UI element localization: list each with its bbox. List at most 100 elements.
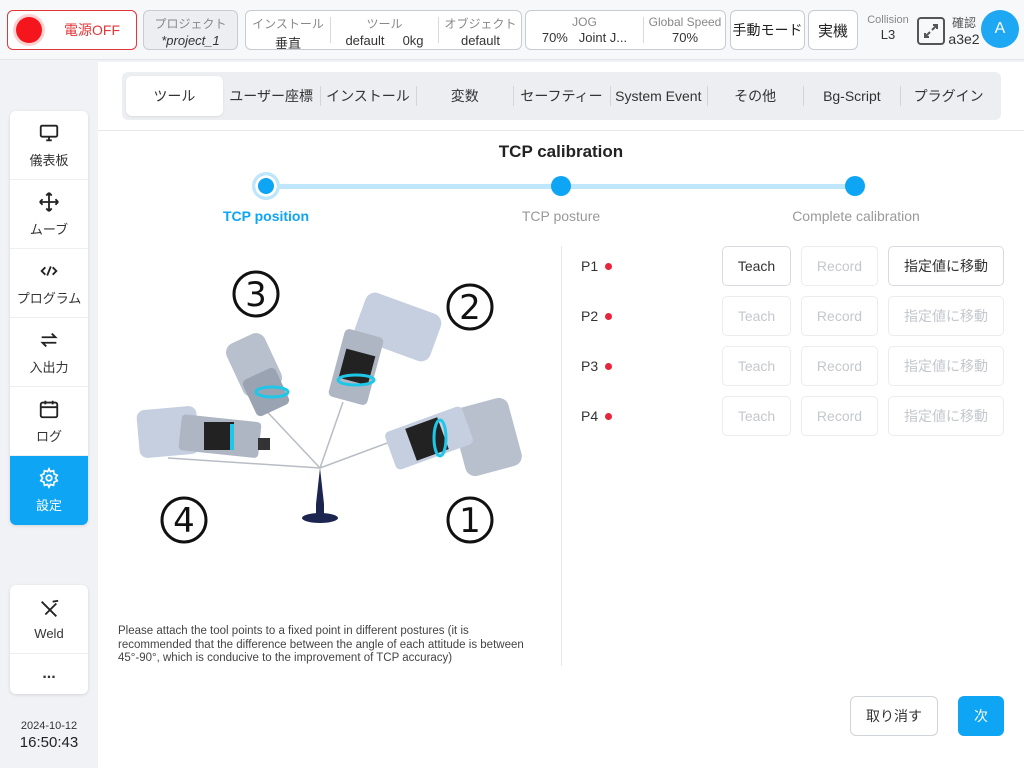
tab-bg-script[interactable]: Bg-Script <box>803 76 900 116</box>
avatar[interactable]: A <box>981 10 1019 48</box>
point-row-p4: P4 Teach Record 指定値に移動 <box>581 396 1006 436</box>
fixed-point-pin <box>302 468 338 523</box>
cancel-button[interactable]: 取り消す <box>850 696 938 736</box>
confirm-status[interactable]: 確認 a3e2 <box>946 14 982 47</box>
sidebar-item-weld[interactable]: Weld <box>10 585 88 654</box>
project-value: *project_1 <box>161 33 220 48</box>
manual-mode-button[interactable]: 手動モード <box>730 10 805 50</box>
confirm-value: a3e2 <box>948 31 980 47</box>
jog-label: JOG <box>572 15 597 29</box>
tcp-calibration-illustration: 3 2 4 1 <box>136 270 522 544</box>
robot-pose-3 <box>226 333 290 417</box>
point-status-icon <box>605 263 612 270</box>
collision-level[interactable]: Collision L3 <box>862 14 914 42</box>
install-cell[interactable]: インストール 垂直 <box>246 11 330 51</box>
point-status-icon <box>605 313 612 320</box>
tab-variables[interactable]: 変数 <box>416 76 513 116</box>
global-speed-cell[interactable]: Global Speed 70% <box>644 11 726 49</box>
sidebar-item-log[interactable]: ログ <box>10 387 88 456</box>
step-label-3: Complete calibration <box>792 208 920 224</box>
project-selector[interactable]: プロジェクト *project_1 <box>143 10 238 50</box>
teach-button-p3[interactable]: Teach <box>722 346 791 386</box>
object-value: default <box>460 33 501 48</box>
gear-icon <box>39 467 59 489</box>
record-button-p1[interactable]: Record <box>801 246 878 286</box>
confirm-label: 確認 <box>951 16 976 30</box>
pose-label-1: 1 <box>459 501 481 541</box>
sidebar-item-label: プログラム <box>16 290 82 306</box>
collision-label: Collision <box>867 14 909 26</box>
page-title: TCP calibration <box>498 142 624 161</box>
jog-speed-panel[interactable]: JOG 70% Joint J... Global Speed 70% <box>525 10 726 50</box>
step-dot-3 <box>845 176 865 196</box>
record-button-p3[interactable]: Record <box>801 346 878 386</box>
datetime: 2024-10-12 16:50:43 <box>10 720 88 751</box>
real-robot-button[interactable]: 実機 <box>808 10 858 50</box>
calendar-icon <box>39 400 59 418</box>
power-status-icon <box>16 17 42 43</box>
power-button[interactable]: 電源OFF <box>7 10 137 50</box>
next-button[interactable]: 次 <box>958 696 1004 736</box>
tab-tool[interactable]: ツール <box>126 76 223 116</box>
power-label: 電源OFF <box>64 22 120 38</box>
top-bar: 電源OFF プロジェクト *project_1 インストール 垂直 ツール de… <box>0 0 1024 60</box>
code-icon <box>40 265 58 276</box>
tool-weight: 0kg <box>402 33 424 48</box>
date-label: 2024-10-12 <box>20 720 78 732</box>
tab-user-coordinate[interactable]: ユーザー座標 <box>223 76 320 116</box>
tab-plugin[interactable]: プラグイン <box>900 76 997 116</box>
global-speed-value: 70% <box>671 30 699 45</box>
jog-value: 70% Joint J... <box>526 30 643 45</box>
tool-label: ツール <box>366 17 403 31</box>
install-label: インストール <box>252 17 324 31</box>
record-button-p2[interactable]: Record <box>801 296 878 336</box>
install-tool-object-panel[interactable]: インストール 垂直 ツール default 0kg オブジェクト default <box>245 10 522 51</box>
point-row-p1: P1 Teach Record 指定値に移動 <box>581 246 1006 286</box>
move-to-button-p3[interactable]: 指定値に移動 <box>888 346 1004 386</box>
sidebar-item-dashboard[interactable]: 儀表板 <box>10 111 88 180</box>
sidebar-item-settings[interactable]: 設定 <box>10 456 88 525</box>
sidebar-item-label: 入出力 <box>29 359 69 375</box>
calibration-hint: Please attach the tool points to a fixed… <box>118 625 524 664</box>
point-label: P1 <box>581 258 599 274</box>
record-button-p4[interactable]: Record <box>801 396 878 436</box>
sidebar-item-label: ムーブ <box>29 221 69 237</box>
teach-button-p2[interactable]: Teach <box>722 296 791 336</box>
move-to-button-p4[interactable]: 指定値に移動 <box>888 396 1004 436</box>
jog-cell[interactable]: JOG 70% Joint J... <box>526 11 643 49</box>
expand-icon[interactable] <box>916 16 946 46</box>
pose-label-4: 4 <box>173 501 195 541</box>
point-label: P4 <box>581 408 599 424</box>
project-label: プロジェクト <box>154 17 227 31</box>
move-to-button-p2[interactable]: 指定値に移動 <box>888 296 1004 336</box>
tab-safety[interactable]: セーフティー <box>513 76 610 116</box>
sidebar-item-io[interactable]: 入出力 <box>10 318 88 387</box>
tab-install[interactable]: インストール <box>319 76 417 116</box>
teach-button-p4[interactable]: Teach <box>722 396 791 436</box>
point-status-icon <box>605 413 612 420</box>
point-row-p3: P3 Teach Record 指定値に移動 <box>581 346 1006 386</box>
weld-icon <box>41 599 59 617</box>
sidebar-item-more[interactable]: ... <box>10 654 88 694</box>
object-cell[interactable]: オブジェクト default <box>439 11 522 49</box>
robot-pose-4 <box>136 406 270 458</box>
tool-cell[interactable]: ツール default 0kg <box>331 11 438 49</box>
sidebar-extra: Weld ... <box>10 585 88 694</box>
tab-other[interactable]: その他 <box>706 76 804 116</box>
sidebar-nav: 儀表板 ムーブ プログラム 入出力 ログ 設定 <box>10 111 88 525</box>
teach-button-p1[interactable]: Teach <box>722 246 791 286</box>
sidebar-item-move[interactable]: ムーブ <box>10 180 88 249</box>
sidebar-item-label: 設定 <box>35 498 62 513</box>
point-status-icon <box>605 363 612 370</box>
sidebar-item-program[interactable]: プログラム <box>10 249 88 318</box>
pose-label-3: 3 <box>245 275 267 315</box>
move-to-button-p1[interactable]: 指定値に移動 <box>888 246 1004 286</box>
more-icon: ... <box>42 665 56 682</box>
step-dot-2 <box>551 176 571 196</box>
jog-mode: Joint J... <box>578 30 628 45</box>
time-label: 16:50:43 <box>19 734 79 751</box>
tab-system-event[interactable]: System Event <box>609 76 707 116</box>
sidebar-item-label: ログ <box>35 428 62 444</box>
robot-pose-1 <box>385 397 522 477</box>
global-speed-label: Global Speed <box>648 15 722 29</box>
